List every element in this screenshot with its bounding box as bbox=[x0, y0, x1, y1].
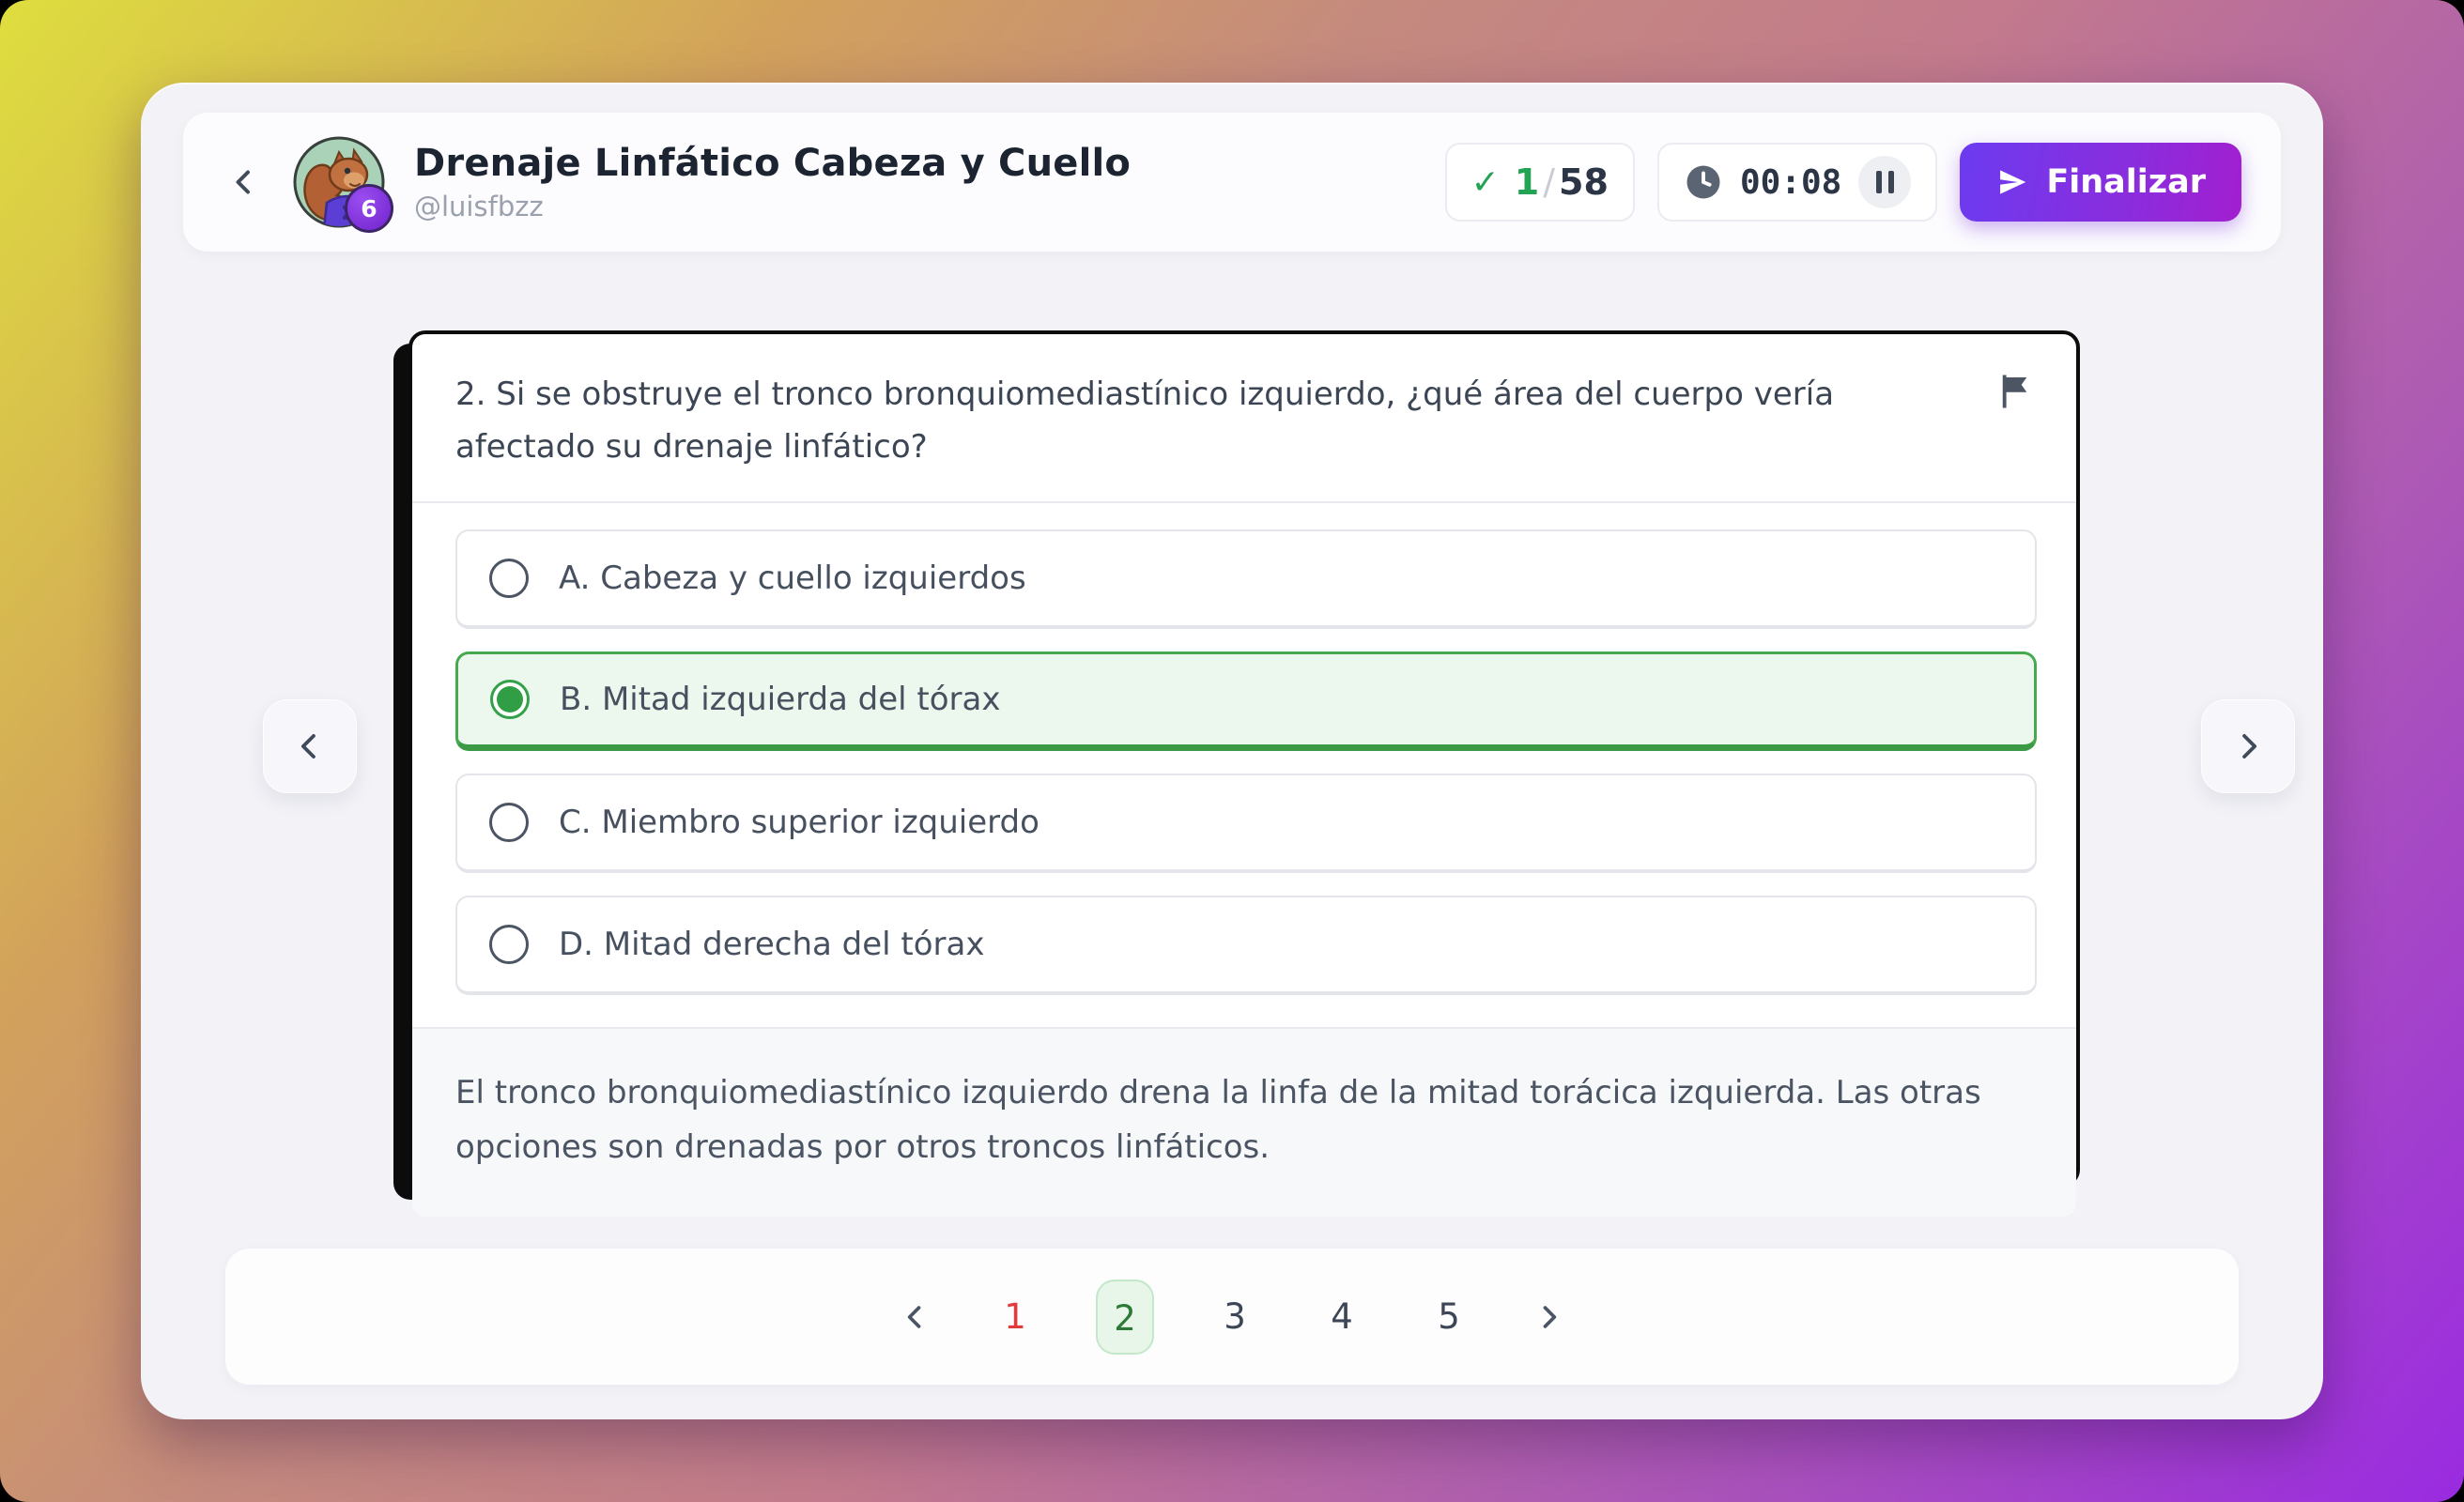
page-button-2-active[interactable]: 2 bbox=[1096, 1280, 1154, 1355]
radio-unselected-icon[interactable] bbox=[489, 925, 529, 964]
previous-question-button[interactable] bbox=[263, 699, 357, 793]
chevron-right-icon bbox=[2230, 728, 2266, 764]
total-count: 58 bbox=[1559, 161, 1609, 203]
option-label: A. Cabeza y cuello izquierdos bbox=[559, 559, 1026, 597]
radio-unselected-icon[interactable] bbox=[489, 803, 529, 842]
send-icon bbox=[1995, 165, 2029, 199]
page-button-3[interactable]: 3 bbox=[1209, 1296, 1261, 1337]
page-button-4[interactable]: 4 bbox=[1316, 1296, 1368, 1337]
question-card: 2. Si se obstruye el tronco bronquiomedi… bbox=[408, 330, 2080, 1187]
next-question-button[interactable] bbox=[2201, 699, 2295, 793]
question-header: 2. Si se obstruye el tronco bronquiomedi… bbox=[412, 334, 2076, 503]
clock-icon bbox=[1684, 162, 1723, 202]
quiz-title: Drenaje Linfático Cabeza y Cuello bbox=[414, 142, 1445, 185]
chevron-right-icon bbox=[1532, 1301, 1564, 1333]
header-actions: ✓ 1/58 00:08 bbox=[1445, 143, 2241, 222]
option-label: C. Miembro superior izquierdo bbox=[559, 804, 1040, 841]
gradient-background: Σ 6 Drenaje Linfático Cabeza y Cuello @l… bbox=[0, 0, 2464, 1502]
chevron-left-icon bbox=[292, 728, 328, 764]
finish-button-label: Finalizar bbox=[2046, 163, 2206, 201]
finish-button[interactable]: Finalizar bbox=[1960, 143, 2241, 222]
timer: 00:08 bbox=[1657, 143, 1937, 222]
options-list: A. Cabeza y cuello izquierdos B. Mitad i… bbox=[412, 503, 2076, 1027]
option-b[interactable]: B. Mitad izquierda del tórax bbox=[455, 651, 2037, 751]
option-d[interactable]: D. Mitad derecha del tórax bbox=[455, 896, 2037, 995]
chevron-left-icon bbox=[900, 1301, 932, 1333]
flag-button[interactable] bbox=[1992, 372, 2037, 417]
answered-count: 1 bbox=[1515, 161, 1539, 203]
level-badge: 6 bbox=[345, 184, 393, 233]
option-c[interactable]: C. Miembro superior izquierdo bbox=[455, 774, 2037, 873]
avatar: Σ 6 bbox=[292, 135, 386, 229]
progress-separator: / bbox=[1539, 161, 1559, 203]
pause-icon bbox=[1876, 171, 1882, 193]
flag-icon bbox=[1994, 372, 2034, 411]
option-label: B. Mitad izquierda del tórax bbox=[560, 681, 1001, 718]
answer-explanation: El tronco bronquiomediastínico izquierdo… bbox=[412, 1027, 2076, 1217]
back-button[interactable] bbox=[223, 160, 268, 205]
pause-button[interactable] bbox=[1858, 156, 1911, 208]
page-button-1[interactable]: 1 bbox=[989, 1296, 1041, 1337]
progress-counter: ✓ 1/58 bbox=[1445, 143, 1635, 222]
radio-selected-icon[interactable] bbox=[490, 680, 530, 719]
page-button-5[interactable]: 5 bbox=[1423, 1296, 1475, 1337]
question-text: 2. Si se obstruye el tronco bronquiomedi… bbox=[455, 368, 1992, 473]
header: Σ 6 Drenaje Linfático Cabeza y Cuello @l… bbox=[183, 113, 2281, 252]
option-a[interactable]: A. Cabeza y cuello izquierdos bbox=[455, 529, 2037, 629]
timer-value: 00:08 bbox=[1740, 163, 1841, 202]
pagination-next-button[interactable] bbox=[1530, 1298, 1567, 1336]
quiz-author-handle: @luisfbzz bbox=[414, 191, 1445, 222]
check-icon: ✓ bbox=[1471, 163, 1500, 202]
chevron-left-icon bbox=[228, 165, 262, 199]
title-block: Drenaje Linfático Cabeza y Cuello @luisf… bbox=[414, 142, 1445, 222]
app-panel: Σ 6 Drenaje Linfático Cabeza y Cuello @l… bbox=[141, 83, 2323, 1419]
pagination-prev-button[interactable] bbox=[897, 1298, 934, 1336]
pagination: 1 2 3 4 5 bbox=[225, 1249, 2239, 1385]
option-label: D. Mitad derecha del tórax bbox=[559, 926, 985, 963]
radio-unselected-icon[interactable] bbox=[489, 559, 529, 598]
